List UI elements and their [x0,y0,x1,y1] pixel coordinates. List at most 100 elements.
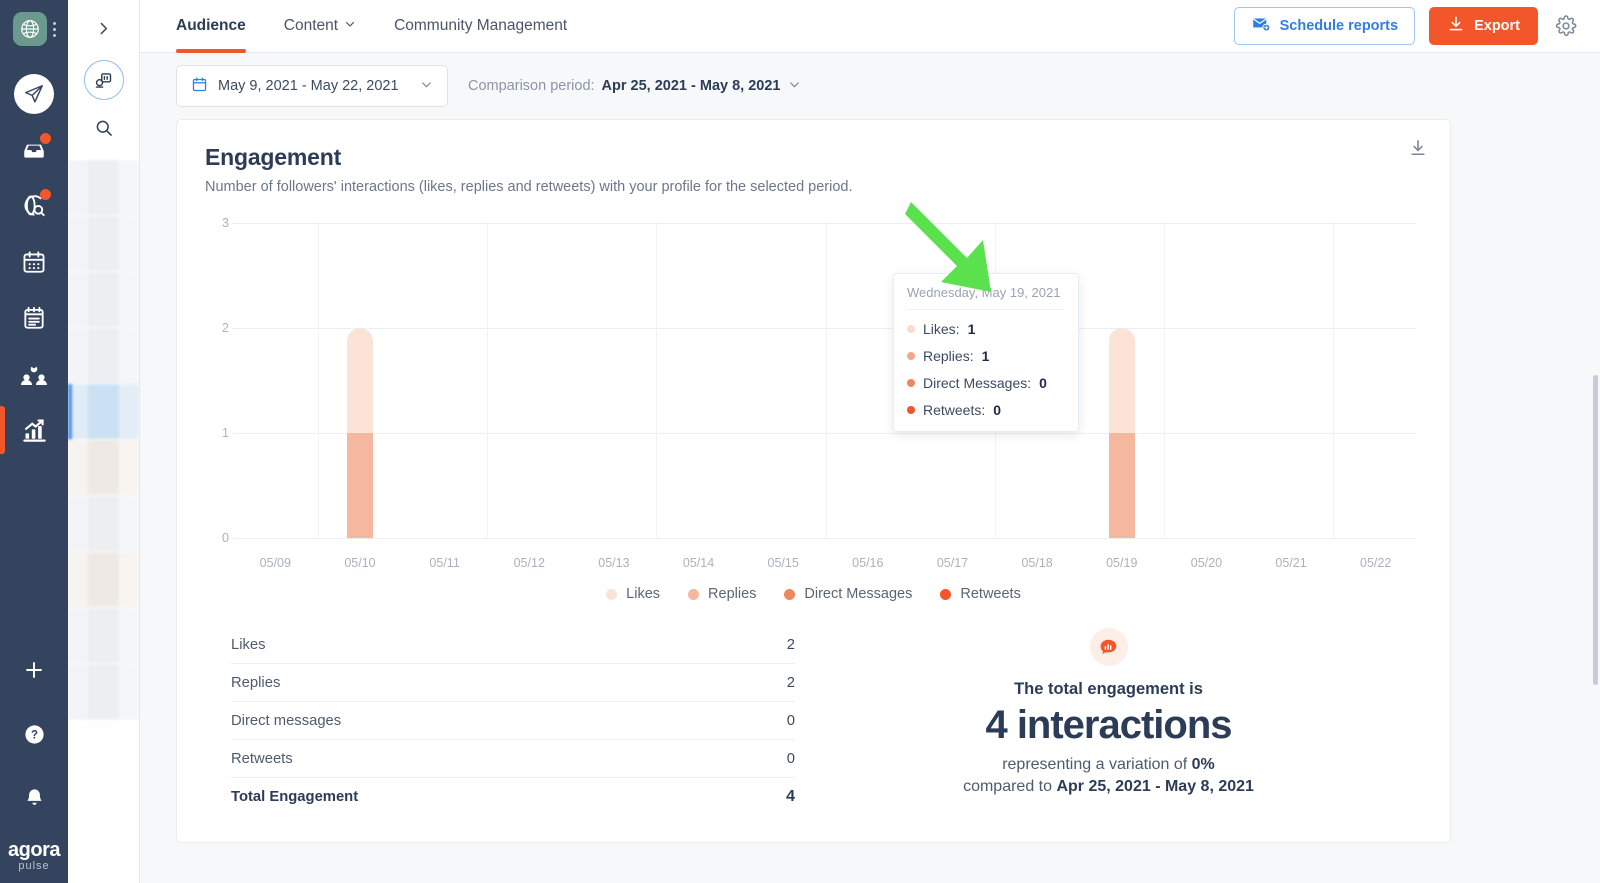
table-row-total: Total Engagement 4 [231,778,795,816]
comparison-period-label: Comparison period: [468,78,595,94]
page-title: Engagement [205,144,342,170]
schedule-reports-label: Schedule reports [1279,18,1399,34]
logo-secondary: pulse [18,860,50,872]
download-icon[interactable] [1408,138,1428,163]
sidebar-item-calendar[interactable] [9,234,59,290]
tab-content[interactable]: Content [284,0,356,53]
engagement-chart: 0 1 2 3 05/09 05/10 05/11 05/12 05/13 05/14 05/15 0… [205,202,1422,578]
tab-community-management[interactable]: Community Management [394,0,567,53]
tab-audience[interactable]: Audience [176,0,246,53]
total-label: Total Engagement [231,789,359,805]
add-profile-icon[interactable] [83,60,124,100]
x-axis-tick: 05/17 [936,556,969,570]
sidebar-item-add[interactable] [9,642,59,698]
y-axis-tick: 1 [222,426,229,440]
tooltip-label-direct-messages: Direct Messages: [923,375,1032,391]
sidebar-item-help[interactable]: ? [9,706,59,762]
sidebar-item-reports[interactable] [9,290,59,346]
legend-dot-likes [907,325,915,333]
tooltip-row-likes: Likes: 1 [907,321,1065,337]
chevron-right-icon[interactable] [68,8,139,48]
sidebar-item-analytics[interactable] [0,402,59,458]
x-axis-tick: 05/19 [1106,556,1138,570]
sidebar-item-notifications[interactable] [9,770,59,826]
list-item[interactable] [68,664,139,720]
summary-comparison-prefix: compared to [963,778,1057,795]
gear-icon[interactable] [1552,12,1580,40]
comparison-period-selector[interactable]: Comparison period: Apr 25, 2021 - May 8,… [468,78,801,95]
x-axis-tick: 05/11 [429,556,460,570]
chart-vertical-gridline [656,223,658,538]
list-item[interactable] [68,328,139,384]
stat-label: Direct messages [231,712,342,729]
search-icon[interactable] [94,118,114,143]
top-navigation-bar: Audience Content Community Management Sc… [140,0,1600,53]
legend-label: Replies [708,586,757,602]
tooltip-value-replies: 1 [981,348,990,364]
chart-vertical-gridline [825,223,827,538]
table-row: Likes 2 [231,626,795,664]
sidebar-item-fans[interactable] [9,346,59,402]
legend-label: Direct Messages [804,586,913,602]
tooltip-row-retweets: Retweets: 0 [907,402,1065,418]
engagement-stats-table: Likes 2 Replies 2 Direct messages 0 Retweets 0 T… [205,626,795,816]
legend-dot [606,588,618,600]
chart-bar[interactable] [1108,328,1135,538]
x-axis-tick: 05/21 [1275,556,1307,570]
list-item[interactable] [68,384,139,440]
stat-label: Replies [231,674,281,691]
export-button[interactable]: Export [1429,7,1538,45]
sidebar-item-publish[interactable] [9,66,59,122]
chart-vertical-gridline [1164,223,1166,538]
globe-network-icon[interactable] [12,12,47,46]
sidebar-item-profile-avatar[interactable] [12,12,56,46]
list-item[interactable] [68,272,139,328]
list-item[interactable] [68,608,139,664]
chart-gridline [233,223,1416,224]
vertical-scrollbar-thumb[interactable] [1593,375,1598,685]
date-range-picker[interactable]: May 9, 2021 - May 22, 2021 [176,65,448,107]
topbar-actions: Schedule reports Export [1233,7,1580,45]
x-axis-tick: 05/10 [344,556,376,570]
legend-dot [688,588,700,600]
tooltip-value-retweets: 0 [993,402,1002,418]
tooltip-label-likes: Likes: [923,321,960,337]
y-axis-tick: 2 [222,321,229,335]
listening-badge [40,189,51,200]
svg-text:?: ? [30,729,37,741]
agorapulse-logo: agora pulse [8,840,60,873]
x-axis-tick: 05/12 [513,556,545,570]
calendar-icon [191,76,208,97]
summary-variation-prefix: representing a variation of [1002,756,1192,773]
list-item[interactable] [68,216,139,272]
list-item[interactable] [68,496,139,552]
x-axis-tick: 05/18 [1021,556,1053,570]
legend-item-direct-messages[interactable]: Direct Messages [784,586,912,602]
list-item[interactable] [68,552,139,608]
stat-label: Retweets [231,750,293,767]
x-axis-tick: 05/15 [767,556,799,570]
stat-value: 0 [786,712,795,729]
list-item[interactable] [68,160,139,216]
chart-vertical-gridline [317,223,319,538]
left-icon-rail: ? agora pulse [0,0,68,883]
legend-item-likes[interactable]: Likes [606,586,660,602]
tab-audience-label: Audience [176,17,246,34]
blurred-profile-list [68,160,139,883]
legend-item-retweets[interactable]: Retweets [940,586,1021,602]
legend-item-replies[interactable]: Replies [688,586,756,602]
tab-content-label: Content [283,17,339,34]
sidebar-item-listening[interactable] [9,178,59,234]
chart-bar[interactable] [346,328,373,538]
profile-menu-dots-icon[interactable] [52,21,56,37]
summary-line-1: The total engagement is [1014,680,1203,698]
schedule-reports-button[interactable]: Schedule reports [1233,7,1416,45]
y-axis-tick: 3 [222,216,229,230]
stat-value: 0 [786,750,795,767]
legend-label: Likes [626,586,661,602]
chart-tooltip: Wednesday, May 19, 2021 Likes: 1 Replies… [893,273,1079,432]
sidebar-item-inbox[interactable] [9,122,59,178]
profile-list-panel [68,0,140,883]
chevron-down-icon [344,17,356,35]
list-item[interactable] [68,440,139,496]
